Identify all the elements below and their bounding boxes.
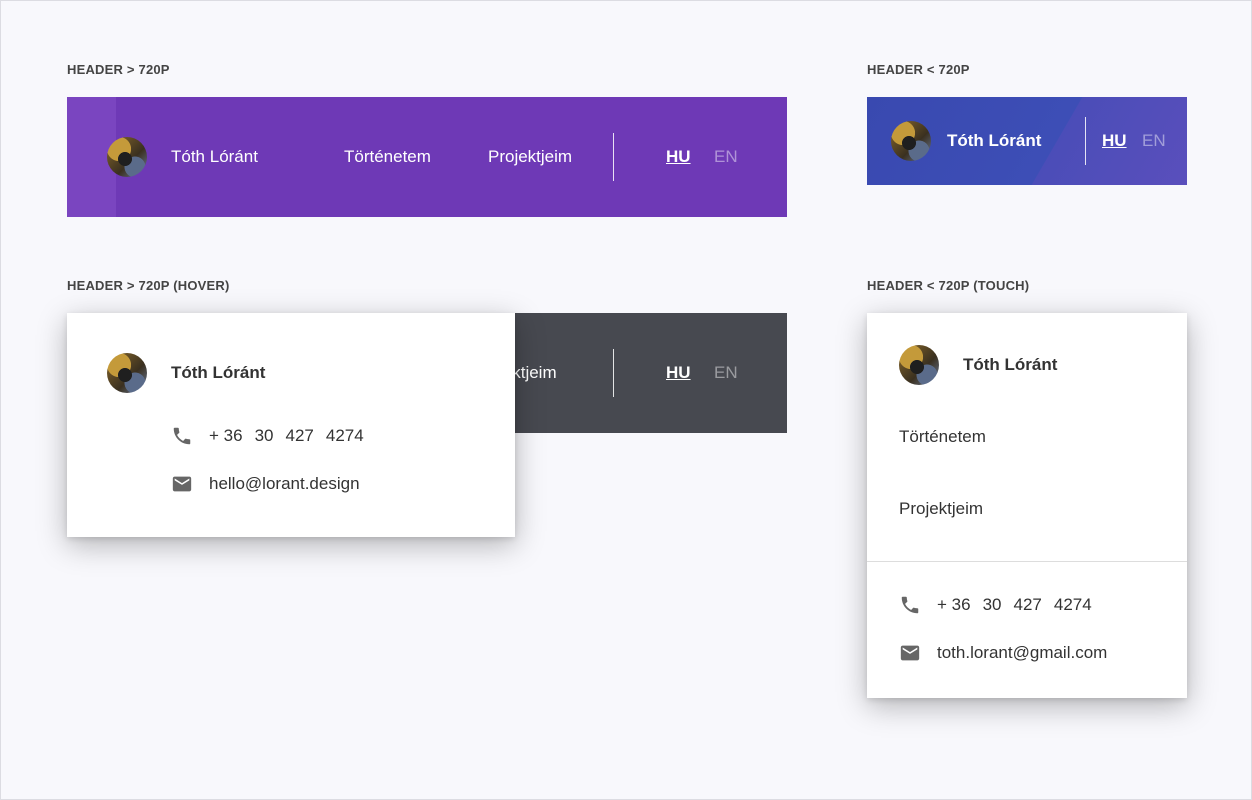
avatar: [899, 345, 939, 385]
phone-icon: [173, 427, 191, 445]
nav-divider: [1085, 117, 1086, 165]
avatar[interactable]: [891, 121, 931, 161]
phone-part-1: 427: [1013, 595, 1042, 614]
lang-hu[interactable]: HU: [666, 363, 691, 383]
nav-tortenetem[interactable]: Történetem: [899, 427, 986, 447]
label-desktop-hover: HEADER > 720P (HOVER): [67, 278, 230, 293]
profile-name: Tóth Lóránt: [963, 355, 1058, 374]
avatar: [107, 353, 147, 393]
phone-country: + 36: [937, 595, 971, 614]
phone-icon: [901, 596, 919, 614]
phone-row[interactable]: + 36 30 427 4274: [171, 425, 376, 447]
profile-touch-card: Tóth Lóránt Történetem Projektjeim + 36 …: [867, 313, 1187, 698]
label-desktop: HEADER > 720P: [67, 62, 170, 77]
profile-name: Tóth Lóránt: [171, 363, 266, 382]
profile-name[interactable]: Tóth Lóránt: [171, 147, 258, 167]
mail-icon: [172, 476, 192, 492]
profile-name[interactable]: Tóth Lóránt: [947, 131, 1041, 151]
nav-divider: [613, 349, 614, 397]
label-mobile-touch: HEADER < 720P (TOUCH): [867, 278, 1030, 293]
desktop-header: Tóth Lóránt Történetem Projektjeim HU EN: [67, 97, 787, 217]
mobile-header: Tóth Lóránt HU EN: [867, 97, 1187, 185]
lang-en[interactable]: EN: [714, 147, 738, 167]
phone-part-2: 4274: [325, 426, 364, 445]
email-address[interactable]: hello@lorant.design: [209, 474, 360, 494]
lang-en[interactable]: EN: [714, 363, 738, 383]
nav-projektjeim[interactable]: Projektjeim: [899, 499, 983, 519]
mail-icon: [900, 645, 920, 661]
email-row[interactable]: toth.lorant@gmail.com: [899, 642, 1107, 664]
phone-area: 30: [254, 426, 274, 445]
phone-part-2: 4274: [1053, 595, 1092, 614]
phone-part-1: 427: [285, 426, 314, 445]
phone-country: + 36: [209, 426, 243, 445]
nav-tortenetem[interactable]: Történetem: [344, 147, 431, 167]
lang-hu[interactable]: HU: [666, 147, 691, 167]
email-row[interactable]: hello@lorant.design: [171, 473, 360, 495]
lang-en[interactable]: EN: [1142, 131, 1166, 151]
phone-area: 30: [982, 595, 1002, 614]
label-mobile: HEADER < 720P: [867, 62, 970, 77]
profile-hover-card: Tóth Lóránt + 36 30 427 4274 hello@loran…: [67, 313, 515, 537]
nav-divider: [613, 133, 614, 181]
lang-hu[interactable]: HU: [1102, 131, 1127, 151]
card-divider: [867, 561, 1187, 562]
phone-row[interactable]: + 36 30 427 4274: [899, 594, 1104, 616]
avatar[interactable]: [107, 137, 147, 177]
email-address[interactable]: toth.lorant@gmail.com: [937, 643, 1107, 663]
nav-projektjeim[interactable]: Projektjeim: [488, 147, 572, 167]
